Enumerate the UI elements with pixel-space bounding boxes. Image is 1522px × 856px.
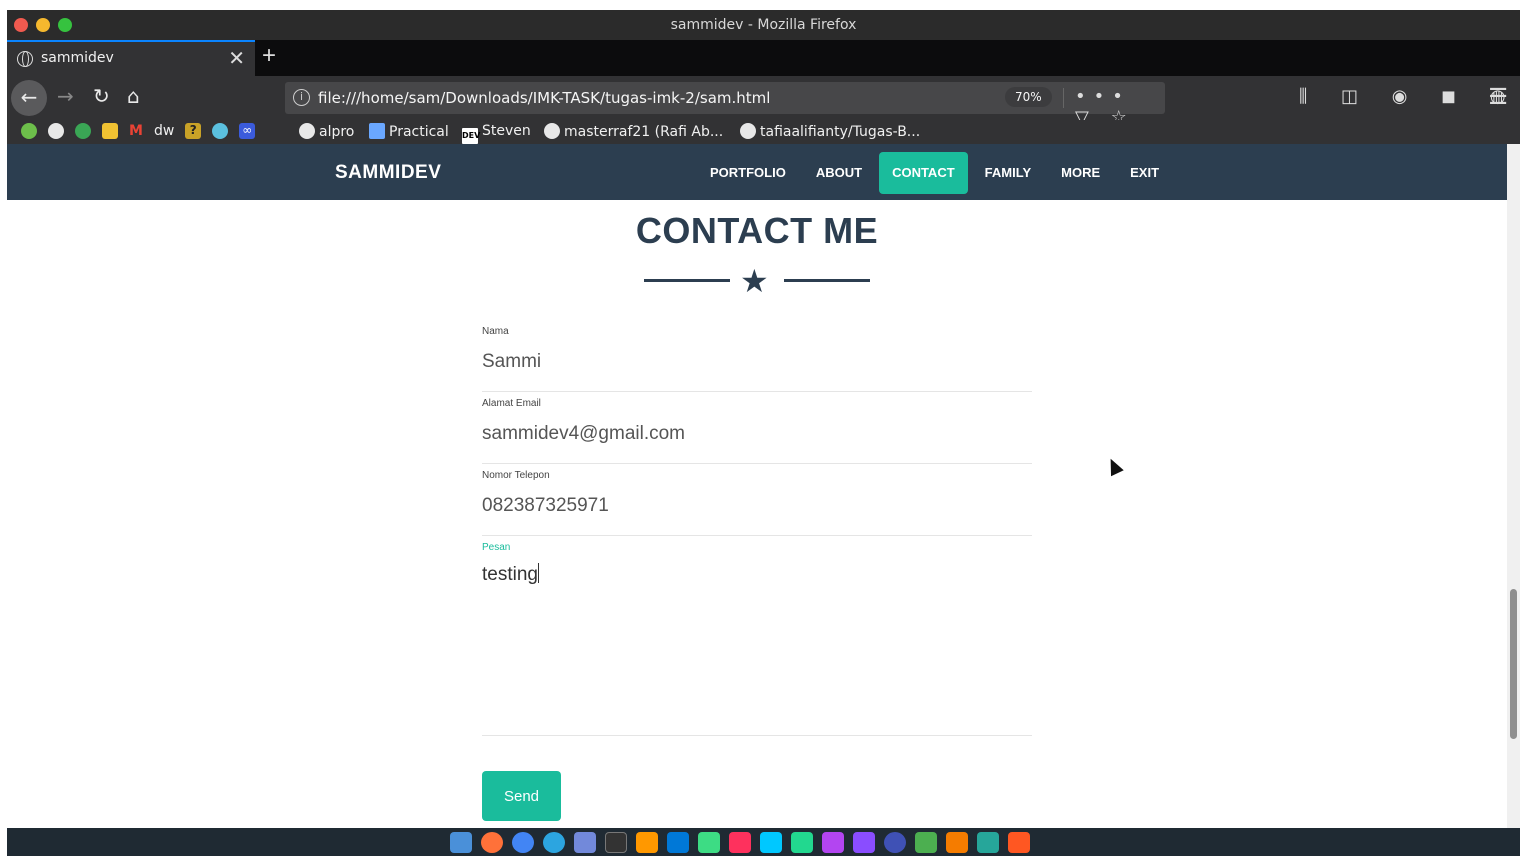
tab-bar: sammidev ✕ + <box>7 40 1520 76</box>
intellij-ce-icon[interactable] <box>853 832 875 853</box>
name-label: Nama <box>482 326 509 337</box>
text-caret <box>537 563 539 583</box>
bookmark-tafiaalifianty[interactable]: tafiaalifianty/Tugas-B... <box>740 123 920 140</box>
sublime-icon[interactable] <box>636 832 658 853</box>
info-icon[interactable]: i <box>293 89 310 106</box>
desktop-dock <box>7 828 1520 856</box>
email-input[interactable]: sammidev4@gmail.com <box>482 409 1032 463</box>
tab-label: sammidev <box>41 50 114 66</box>
page-title: CONTACT ME <box>635 210 879 251</box>
db-tool-icon[interactable] <box>946 832 968 853</box>
window-title: sammidev - Mozilla Firefox <box>670 17 857 33</box>
bookmark-gear-icon[interactable] <box>75 123 91 139</box>
phone-field[interactable]: Nomor Telepon 082387325971 <box>482 464 1032 536</box>
phone-label: Nomor Telepon <box>482 470 550 481</box>
discord-icon[interactable] <box>574 832 596 853</box>
terminal-icon[interactable] <box>605 832 627 853</box>
site-brand[interactable]: SAMMIDEV <box>335 162 441 184</box>
dev-icon: DEV <box>462 128 480 144</box>
menu-more[interactable]: MORE <box>1048 152 1113 194</box>
github-icon <box>299 123 315 139</box>
message-field[interactable]: Pesan testing <box>482 536 1032 736</box>
chrome-icon[interactable] <box>512 832 534 853</box>
forward-button[interactable]: → <box>57 84 74 108</box>
window-titlebar: sammidev - Mozilla Firefox <box>7 10 1520 40</box>
bookmark-masterraf21[interactable]: masterraf21 (Rafi Ab... <box>544 123 723 140</box>
bookmarks-bar: M dw ? ∞ alpro Practical DEV Steven maste… <box>7 120 1520 144</box>
phone-input[interactable]: 082387325971 <box>482 481 1032 535</box>
divider-line-right <box>784 279 870 282</box>
page-viewport: SAMMIDEV PORTFOLIO ABOUT CONTACT FAMILY … <box>7 144 1507 828</box>
email-label: Alamat Email <box>482 398 541 409</box>
back-button[interactable]: ← <box>11 80 47 116</box>
message-textarea[interactable]: testing <box>482 553 1032 604</box>
star-icon: ★ <box>740 263 769 299</box>
menu-about[interactable]: ABOUT <box>803 152 875 194</box>
firefox-icon[interactable] <box>481 832 503 853</box>
new-tab-button[interactable]: + <box>262 42 276 70</box>
datagrip-icon[interactable] <box>791 832 813 853</box>
message-text: testing <box>482 564 538 585</box>
site-navbar: SAMMIDEV PORTFOLIO ABOUT CONTACT FAMILY … <box>7 144 1507 200</box>
bookmark-slides-icon[interactable] <box>102 123 118 139</box>
tab-sammidev[interactable]: sammidev ✕ <box>7 40 255 76</box>
contact-form: Nama Sammi Alamat Email sammidev4@gmail.… <box>482 320 1032 736</box>
url-separator <box>1063 88 1064 108</box>
bookmark-github-icon[interactable] <box>48 123 64 139</box>
finder-icon[interactable] <box>450 832 472 853</box>
menu-contact[interactable]: CONTACT <box>879 152 968 194</box>
github-icon <box>740 123 756 139</box>
name-input[interactable]: Sammi <box>482 337 1032 391</box>
bookmark-dw-icon[interactable]: dw <box>154 123 174 139</box>
menu-family[interactable]: FAMILY <box>972 152 1044 194</box>
close-tab-icon[interactable]: ✕ <box>228 46 245 70</box>
intellij-icon[interactable] <box>729 832 751 853</box>
title-divider: ★ <box>644 263 870 299</box>
files-icon[interactable] <box>977 832 999 853</box>
bookmark-practical[interactable]: Practical <box>369 123 449 140</box>
bookmark-steven[interactable]: DEV Steven <box>462 123 531 144</box>
bookmark-question-icon[interactable]: ? <box>185 123 202 139</box>
bookmark-alpro[interactable]: alpro <box>299 123 354 140</box>
bookmark-infinity-icon[interactable]: ∞ <box>239 123 256 139</box>
bookmark-leaf-icon[interactable] <box>21 123 37 139</box>
phpstorm-icon[interactable] <box>822 832 844 853</box>
hamburger-menu-icon[interactable]: ☰ <box>1488 84 1508 110</box>
home-button[interactable]: ⌂ <box>127 84 140 108</box>
email-field[interactable]: Alamat Email sammidev4@gmail.com <box>482 392 1032 464</box>
divider-line-left <box>644 279 730 282</box>
menu-exit[interactable]: EXIT <box>1117 152 1172 194</box>
name-field[interactable]: Nama Sammi <box>482 320 1032 392</box>
nav-toolbar: ← → ↻ ⌂ i file:///home/sam/Downloads/IMK… <box>7 76 1520 128</box>
url-bar[interactable]: i file:///home/sam/Downloads/IMK-TASK/tu… <box>285 82 1165 128</box>
app-store-icon[interactable] <box>1008 832 1030 853</box>
github-icon <box>544 123 560 139</box>
webstorm-icon[interactable] <box>760 832 782 853</box>
reload-button[interactable]: ↻ <box>93 84 110 108</box>
zoom-level[interactable]: 70% <box>1005 87 1052 107</box>
send-button[interactable]: Send <box>482 771 561 821</box>
goland-icon[interactable] <box>698 832 720 853</box>
eclipse-icon[interactable] <box>884 832 906 853</box>
rocket-icon <box>369 123 385 139</box>
scrollbar-thumb[interactable] <box>1510 589 1517 739</box>
menu-portfolio[interactable]: PORTFOLIO <box>697 152 799 194</box>
toolbar-extensions[interactable]: ⫼ ◫ ◉ ◼ ◍ <box>1299 86 1520 107</box>
vscode-icon[interactable] <box>667 832 689 853</box>
message-label: Pesan <box>482 542 511 553</box>
mongodb-icon[interactable] <box>915 832 937 853</box>
bookmark-hexagon-icon[interactable] <box>212 123 229 139</box>
page-scrollbar[interactable] <box>1507 144 1520 828</box>
url-text[interactable]: file:///home/sam/Downloads/IMK-TASK/tuga… <box>318 89 770 107</box>
globe-icon <box>17 51 33 67</box>
telegram-icon[interactable] <box>543 832 565 853</box>
site-menu: PORTFOLIO ABOUT CONTACT FAMILY MORE EXIT <box>695 152 1174 194</box>
bookmark-gmail-icon[interactable]: M <box>129 123 143 139</box>
